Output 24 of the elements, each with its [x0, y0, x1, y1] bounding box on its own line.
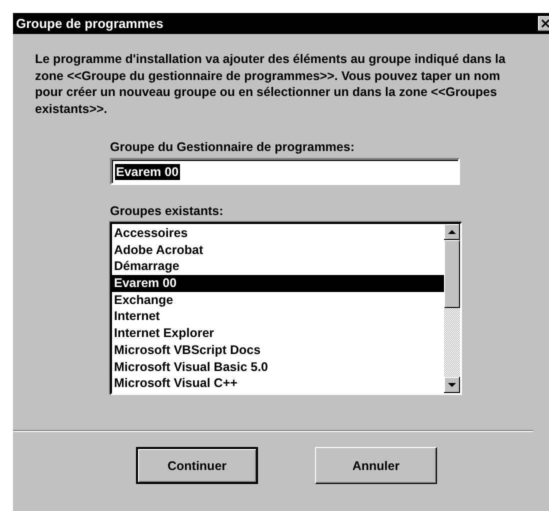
list-item[interactable]: Exchange — [112, 292, 444, 308]
list-item[interactable]: Accessoires — [112, 225, 444, 242]
description-text: Le programme d'installation va ajouter des éléments au groupe indiqué dans la zone <<Groupe du gestionnaire de programmes>>. Vous pouvez taper un nom pour créer un nouveau groupe ou en sélectionner un dans la zone <<Groupes existants>>. — [35, 51, 506, 117]
list-item[interactable]: Microsoft Visual C++ — [112, 375, 444, 392]
list-item[interactable]: Microsoft VBScript Docs — [112, 342, 444, 358]
groups-listbox[interactable]: Accessoires Adobe Acrobat Démarrage Evarem 00 Exchange Internet Internet Explorer Microsoft VBScript Docs Microsoft Visual Basic 5.0 Microsoft Visual C++ — [110, 222, 462, 395]
window-title: Groupe de programmes — [16, 16, 164, 31]
field-value: Evarem 00 — [115, 164, 180, 180]
close-icon[interactable] — [538, 16, 549, 31]
scrollbar[interactable] — [444, 224, 460, 393]
list-label: Groupes existants: — [110, 203, 224, 219]
list-item[interactable]: Evarem 00 — [112, 275, 444, 292]
list-item[interactable]: Microsoft Visual Basic 5.0 — [112, 358, 444, 376]
list-item[interactable]: Adobe Acrobat — [112, 242, 444, 258]
scroll-down-icon[interactable] — [444, 377, 460, 393]
scroll-thumb[interactable] — [444, 240, 460, 308]
cancel-button[interactable]: Annuler — [315, 447, 437, 484]
scroll-up-icon[interactable] — [444, 224, 460, 240]
field-label: Groupe du Gestionnaire de programmes: — [110, 139, 356, 155]
list-item[interactable]: Internet — [112, 308, 444, 326]
list-item[interactable]: Démarrage — [112, 258, 444, 276]
continue-button[interactable]: Continuer — [136, 447, 258, 484]
list-item[interactable]: Internet Explorer — [112, 325, 444, 342]
group-name-field[interactable]: Evarem 00 — [110, 158, 460, 185]
